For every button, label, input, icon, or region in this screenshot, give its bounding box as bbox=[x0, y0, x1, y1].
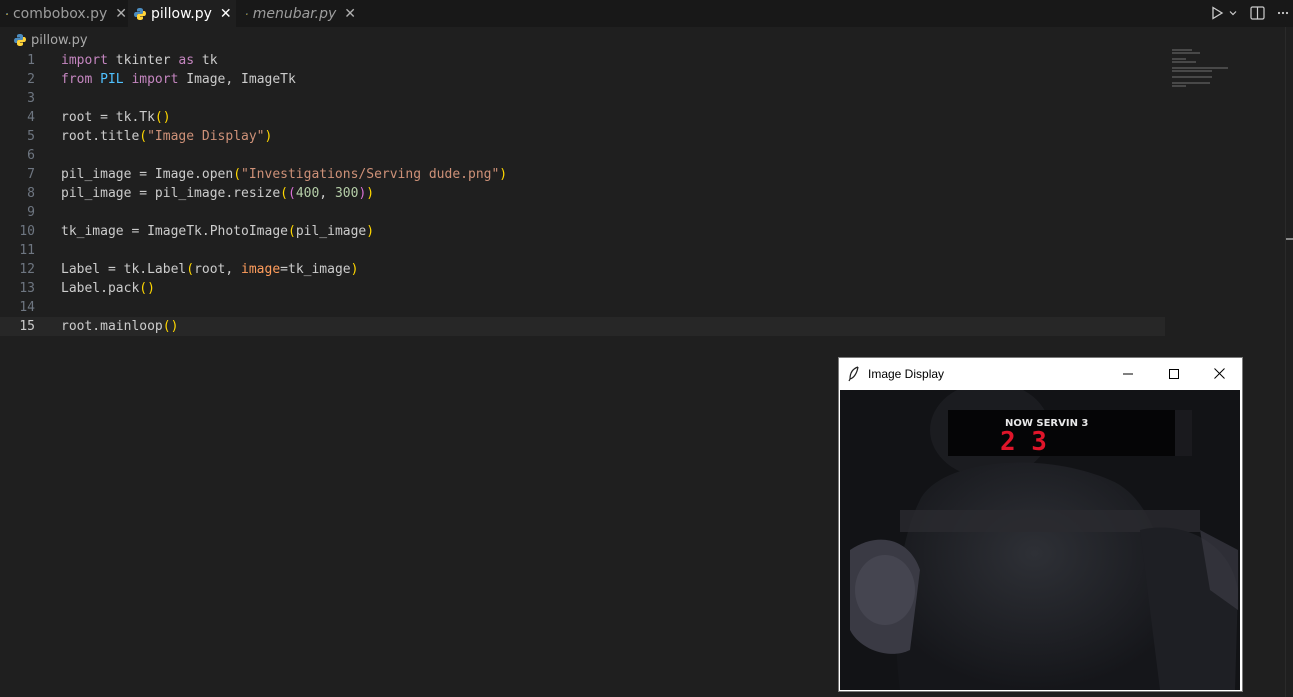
code-line[interactable]: 2 from PIL import Image, ImageTk bbox=[0, 70, 1165, 89]
close-icon[interactable]: ✕ bbox=[344, 6, 356, 22]
split-editor-icon bbox=[1250, 6, 1265, 20]
maximize-icon bbox=[1169, 368, 1179, 379]
more-icon bbox=[1277, 11, 1289, 15]
line-number: 15 bbox=[19, 319, 35, 334]
code-line[interactable]: 3 bbox=[0, 89, 1165, 108]
close-icon[interactable]: ✕ bbox=[115, 6, 127, 22]
code-line-current[interactable]: 15 root.mainloop() bbox=[0, 317, 1165, 336]
python-file-icon bbox=[6, 12, 8, 15]
minimize-button[interactable] bbox=[1105, 358, 1151, 389]
window-close-icon bbox=[1213, 368, 1225, 379]
line-number: 1 bbox=[27, 53, 35, 68]
code-text: Label.pack() bbox=[61, 281, 155, 296]
breadcrumb[interactable]: pillow.py bbox=[0, 29, 88, 51]
line-number: 12 bbox=[19, 262, 35, 277]
chevron-down-icon[interactable] bbox=[1228, 8, 1238, 18]
line-number: 2 bbox=[27, 72, 35, 87]
python-file-icon bbox=[246, 12, 248, 15]
code-line[interactable]: 5 root.title("Image Display") bbox=[0, 127, 1165, 146]
code-line[interactable]: 8 pil_image = pil_image.resize((400, 300… bbox=[0, 184, 1165, 203]
tab-label: pillow.py bbox=[151, 5, 212, 22]
code-line[interactable]: 7 pil_image = Image.open("Investigations… bbox=[0, 165, 1165, 184]
sign-number: 2 3 bbox=[1000, 427, 1047, 457]
line-number: 5 bbox=[27, 129, 35, 144]
vertical-scrollbar[interactable] bbox=[1285, 27, 1293, 697]
code-text: pil_image = Image.open("Investigations/S… bbox=[61, 167, 508, 182]
code-line[interactable]: 11 bbox=[0, 241, 1165, 260]
close-icon[interactable]: ✕ bbox=[220, 6, 232, 22]
run-controls bbox=[1210, 4, 1238, 22]
tab-menubar[interactable]: menubar.py ✕ bbox=[240, 0, 356, 27]
tk-feather-icon bbox=[848, 365, 859, 381]
tab-pillow[interactable]: pillow.py ✕ bbox=[128, 0, 236, 27]
code-line[interactable]: 10 tk_image = ImageTk.PhotoImage(pil_ima… bbox=[0, 222, 1165, 241]
python-file-icon bbox=[14, 34, 26, 46]
tab-label: combobox.py bbox=[12, 5, 108, 22]
line-number: 4 bbox=[27, 110, 35, 125]
line-number: 11 bbox=[19, 243, 35, 258]
code-text: Label = tk.Label(root, image=tk_image) bbox=[61, 262, 359, 277]
tk-window-title: Image Display bbox=[868, 366, 945, 381]
window-close-button[interactable] bbox=[1196, 358, 1242, 389]
code-line[interactable]: 14 bbox=[0, 298, 1165, 317]
run-icon[interactable] bbox=[1210, 6, 1224, 20]
code-line[interactable]: 13 Label.pack() bbox=[0, 279, 1165, 298]
tk-titlebar[interactable]: Image Display bbox=[839, 358, 1242, 389]
minimize-icon bbox=[1123, 373, 1133, 374]
code-text: tk_image = ImageTk.PhotoImage(pil_image) bbox=[61, 224, 375, 239]
line-number: 3 bbox=[27, 91, 35, 106]
serving-dude-image: NOW SERVIN 3 2 3 bbox=[840, 390, 1240, 690]
tab-bar: combobox.py ✕ pillow.py ✕ menubar.py ✕ bbox=[0, 0, 1293, 27]
python-file-icon bbox=[134, 7, 146, 20]
code-line[interactable]: 12 Label = tk.Label(root, image=tk_image… bbox=[0, 260, 1165, 279]
scrollbar-marker bbox=[1286, 238, 1293, 240]
code-text: root.title("Image Display") bbox=[61, 129, 273, 144]
line-number: 7 bbox=[27, 167, 35, 182]
code-line[interactable]: 4 root = tk.Tk() bbox=[0, 108, 1165, 127]
tab-combobox[interactable]: combobox.py ✕ bbox=[0, 0, 127, 27]
line-number: 13 bbox=[19, 281, 35, 296]
tk-label-image: NOW SERVIN 3 2 3 bbox=[840, 390, 1240, 690]
line-number: 10 bbox=[19, 224, 35, 239]
code-text: root.mainloop() bbox=[61, 319, 179, 334]
more-actions-button[interactable] bbox=[1277, 4, 1289, 22]
line-number: 9 bbox=[27, 205, 35, 220]
breadcrumb-file: pillow.py bbox=[31, 32, 88, 48]
minimap[interactable] bbox=[1172, 49, 1242, 89]
line-number: 6 bbox=[27, 148, 35, 163]
code-text: root = tk.Tk() bbox=[61, 110, 171, 125]
code-text: pil_image = pil_image.resize((400, 300)) bbox=[61, 186, 375, 201]
code-text: from PIL import Image, ImageTk bbox=[61, 72, 296, 87]
code-line[interactable]: 6 bbox=[0, 146, 1165, 165]
split-editor-button[interactable] bbox=[1250, 4, 1265, 22]
maximize-button[interactable] bbox=[1151, 358, 1197, 389]
tab-label: menubar.py bbox=[252, 5, 337, 22]
code-text: import tkinter as tk bbox=[61, 53, 218, 68]
code-line[interactable]: 9 bbox=[0, 203, 1165, 222]
line-number: 14 bbox=[19, 300, 35, 315]
code-line[interactable]: 1 import tkinter as tk bbox=[0, 51, 1165, 70]
tk-image-display-window[interactable]: Image Display NOW SERVIN 3 2 3 bbox=[838, 357, 1243, 692]
line-number: 8 bbox=[27, 186, 35, 201]
